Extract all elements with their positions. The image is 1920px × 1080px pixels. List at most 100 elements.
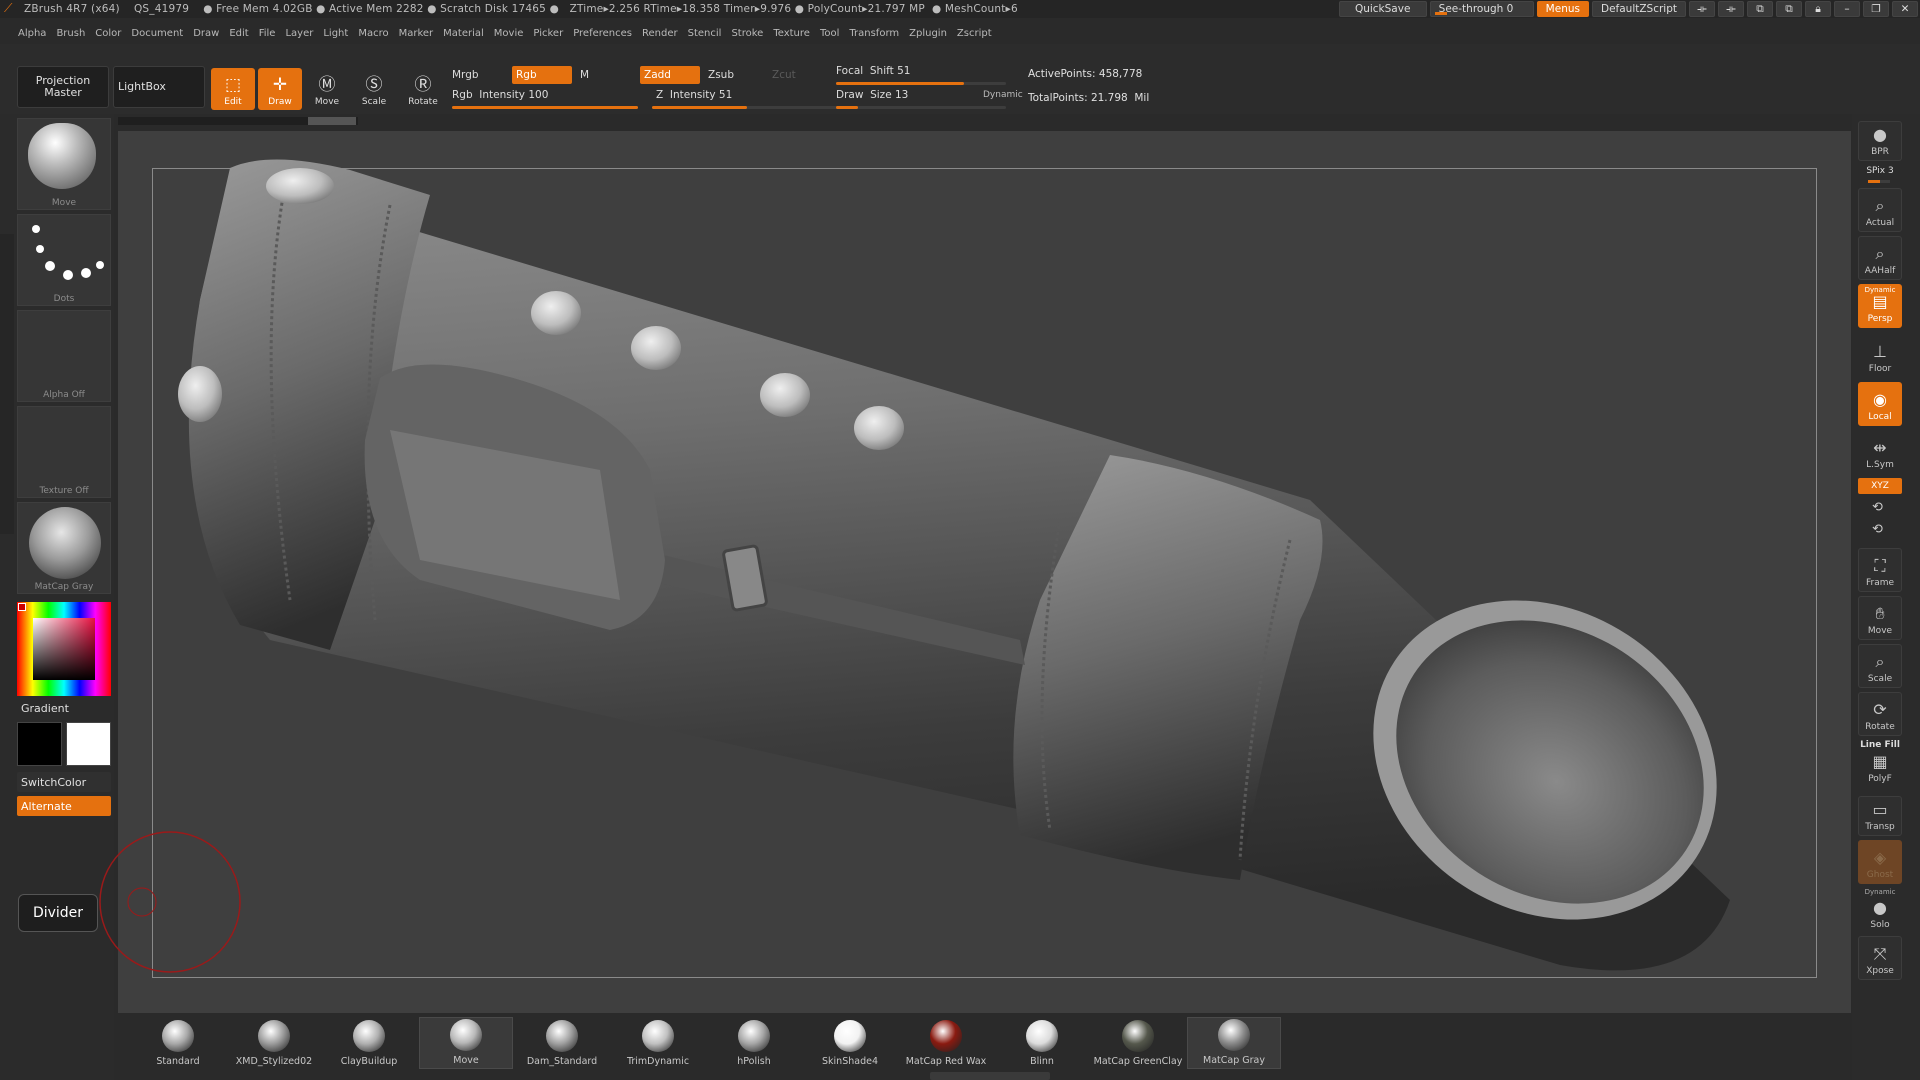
texture-thumbnail[interactable]: Texture Off — [17, 406, 111, 498]
menu-edit[interactable]: Edit — [229, 28, 248, 39]
menu-stencil[interactable]: Stencil — [688, 28, 722, 39]
floor-button[interactable]: ⊥ Floor — [1858, 334, 1902, 378]
ghost-button[interactable]: ◈ Ghost — [1858, 840, 1902, 884]
shelf-item-skinshade4[interactable]: SkinShade4 — [803, 1017, 897, 1069]
rotate-z-icon[interactable]: ⟲ — [1872, 522, 1883, 537]
move-mode-button[interactable]: Ⓜ Move — [305, 68, 349, 110]
close-icon[interactable]: ✕ — [1892, 1, 1918, 17]
shelf-item-matcap-greenclay[interactable]: MatCap GreenClay — [1091, 1017, 1185, 1069]
interface-toggle-icon[interactable]: ⟛ — [1689, 1, 1715, 17]
frame-button[interactable]: ⛶ Frame — [1858, 548, 1902, 592]
lightbox-button[interactable]: LightBox — [113, 66, 205, 108]
xpose-button[interactable]: ⤧ Xpose — [1858, 936, 1902, 980]
menu-zplugin[interactable]: Zplugin — [909, 28, 947, 39]
menu-draw[interactable]: Draw — [193, 28, 219, 39]
menu-brush[interactable]: Brush — [56, 28, 85, 39]
main-color-swatch[interactable] — [17, 722, 62, 766]
spix-slider[interactable] — [1868, 180, 1890, 183]
menu-layer[interactable]: Layer — [285, 28, 313, 39]
mrgb-button[interactable]: Mrgb — [448, 66, 508, 84]
bottom-shelf-handle[interactable] — [930, 1072, 1050, 1080]
quicksave-button[interactable]: QuickSave — [1338, 1, 1427, 17]
edit-mode-button[interactable]: ⬚ Edit — [211, 68, 255, 110]
persp-button[interactable]: Dynamic ▤ Persp — [1858, 284, 1902, 328]
xyz-button[interactable]: XYZ — [1858, 478, 1902, 494]
see-through-slider[interactable]: See-through 0 — [1429, 1, 1534, 17]
zadd-button[interactable]: Zadd — [640, 66, 700, 84]
shelf-item-blinn[interactable]: Blinn — [995, 1017, 1089, 1069]
rgb-intensity-slider[interactable] — [452, 106, 638, 109]
rgb-button[interactable]: Rgb — [512, 66, 572, 84]
palette-arrows-icon[interactable]: ⟛ — [1718, 1, 1744, 17]
draw-mode-button[interactable]: ✛ Draw — [258, 68, 302, 110]
menu-light[interactable]: Light — [323, 28, 348, 39]
brush-thumbnail[interactable]: Move — [17, 118, 111, 210]
menu-material[interactable]: Material — [443, 28, 484, 39]
switchcolor-button[interactable]: SwitchColor — [17, 772, 111, 792]
shelf-item-trimdynamic[interactable]: TrimDynamic — [611, 1017, 705, 1069]
menu-stroke[interactable]: Stroke — [731, 28, 763, 39]
rotate-view-button[interactable]: ⟳ Rotate — [1858, 692, 1902, 736]
solo-button[interactable]: ● Solo — [1858, 896, 1902, 934]
scale-view-button[interactable]: ⌕ Scale — [1858, 644, 1902, 688]
actual-button[interactable]: ⌕ Actual — [1858, 188, 1902, 232]
menu-preferences[interactable]: Preferences — [573, 28, 632, 39]
minimize-icon[interactable]: – — [1834, 1, 1860, 17]
local-button[interactable]: ◉ Local — [1858, 382, 1902, 426]
stroke-thumbnail[interactable]: Dots — [17, 214, 111, 306]
menu-zscript[interactable]: Zscript — [957, 28, 992, 39]
rotate-y-icon[interactable]: ⟲ — [1872, 500, 1883, 515]
shelf-item-dam_standard[interactable]: Dam_Standard — [515, 1017, 609, 1069]
menu-transform[interactable]: Transform — [849, 28, 899, 39]
menu-tool[interactable]: Tool — [820, 28, 839, 39]
menu-document[interactable]: Document — [131, 28, 183, 39]
horizontal-scroll-thumb[interactable] — [308, 117, 356, 125]
rotate-mode-button[interactable]: Ⓡ Rotate — [401, 68, 445, 110]
projection-master-button[interactable]: Projection Master — [17, 66, 109, 108]
scale-mode-button[interactable]: Ⓢ Scale — [352, 68, 396, 110]
focal-shift-slider[interactable] — [836, 82, 1006, 85]
z-intensity-slider[interactable] — [652, 106, 838, 109]
menu-alpha[interactable]: Alpha — [18, 28, 46, 39]
transp-button[interactable]: ▭ Transp — [1858, 796, 1902, 836]
menu-movie[interactable]: Movie — [494, 28, 524, 39]
material-thumbnail[interactable]: MatCap Gray — [17, 502, 111, 594]
menu-file[interactable]: File — [259, 28, 276, 39]
m-button[interactable]: M — [576, 66, 626, 84]
bpr-button[interactable]: ● BPR — [1858, 121, 1902, 161]
layout-alt-icon[interactable]: ⧉ — [1776, 1, 1802, 17]
menu-texture[interactable]: Texture — [773, 28, 810, 39]
move-label: Move — [314, 97, 340, 107]
aahalf-button[interactable]: ⌕ AAHalf — [1858, 236, 1902, 280]
color-picker[interactable] — [17, 602, 111, 696]
divider-button[interactable]: Divider — [18, 894, 98, 932]
menu-render[interactable]: Render — [642, 28, 678, 39]
menus-button[interactable]: Menus — [1536, 1, 1589, 17]
menu-picker[interactable]: Picker — [533, 28, 563, 39]
default-zscript-button[interactable]: DefaultZScript — [1591, 1, 1686, 17]
shelf-item-hpolish[interactable]: hPolish — [707, 1017, 801, 1069]
layout-icon[interactable]: ⧉ — [1747, 1, 1773, 17]
lock-icon[interactable]: 🔒︎ — [1805, 1, 1831, 17]
shelf-item-matcap-gray[interactable]: MatCap Gray — [1187, 1017, 1281, 1069]
alternate-button[interactable]: Alternate — [17, 796, 111, 816]
polyf-button[interactable]: ▦ PolyF — [1858, 750, 1902, 788]
draw-size-slider[interactable] — [836, 106, 1006, 109]
shelf-item-standard[interactable]: Standard — [131, 1017, 225, 1069]
left-tray-handle[interactable] — [0, 234, 14, 534]
shelf-item-move[interactable]: Move — [419, 1017, 513, 1069]
lsym-button[interactable]: ⇹ L.Sym — [1858, 430, 1902, 474]
restore-icon[interactable]: ❐ — [1863, 1, 1889, 17]
menu-macro[interactable]: Macro — [358, 28, 388, 39]
menu-marker[interactable]: Marker — [399, 28, 434, 39]
alpha-thumbnail[interactable]: Alpha Off — [17, 310, 111, 402]
shelf-item-matcap-red-wax[interactable]: MatCap Red Wax — [899, 1017, 993, 1069]
zsub-button[interactable]: Zsub — [704, 66, 764, 84]
move-view-button[interactable]: ✋︎ Move — [1858, 596, 1902, 640]
dynamic-size-button[interactable]: Dynamic — [983, 87, 1023, 103]
secondary-color-swatch[interactable] — [66, 722, 111, 766]
shelf-item-claybuildup[interactable]: ClayBuildup — [322, 1017, 416, 1069]
menu-color[interactable]: Color — [95, 28, 121, 39]
color-picker-square[interactable] — [33, 618, 95, 680]
shelf-item-xmd_stylized02[interactable]: XMD_Stylized02 — [227, 1017, 321, 1069]
